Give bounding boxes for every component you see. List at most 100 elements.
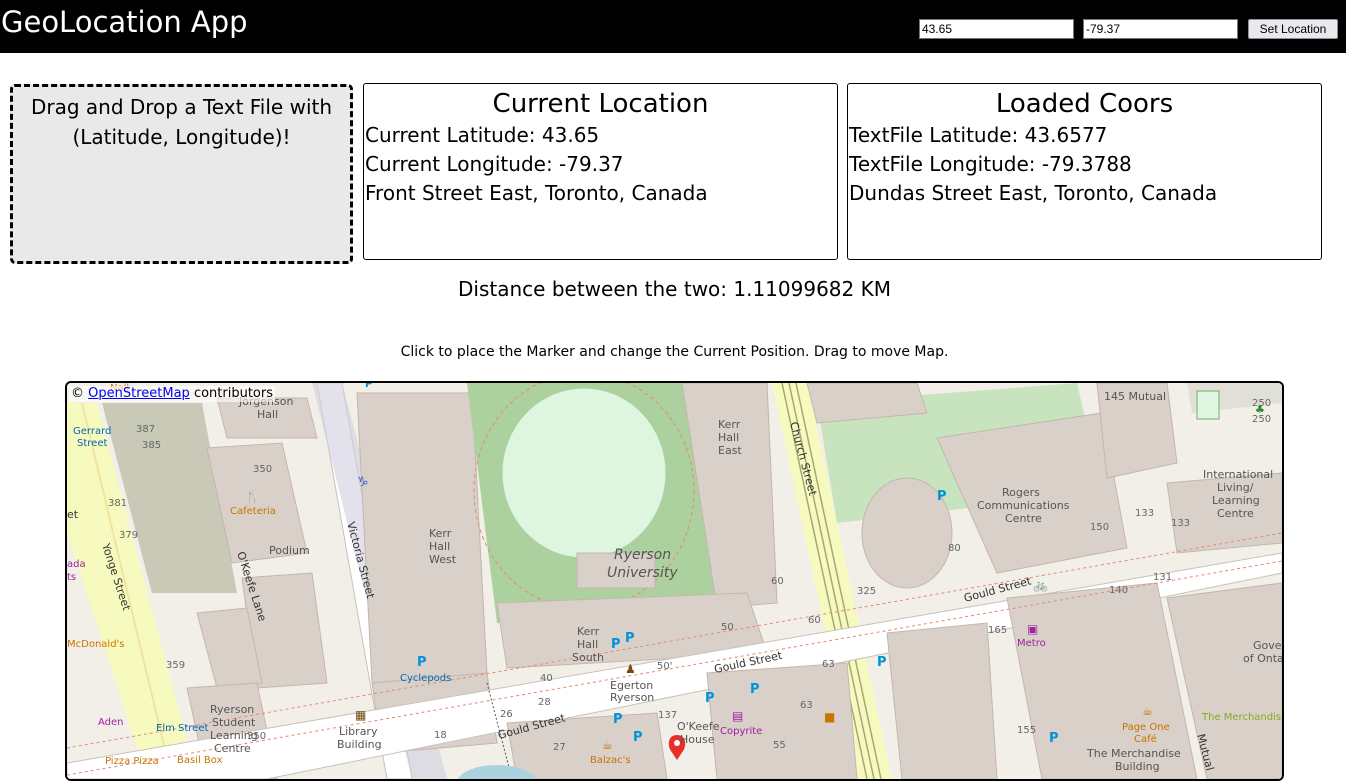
drop-zone-line-2: (Latitude, Longitude)! <box>72 125 291 149</box>
map-label: Hall <box>429 540 450 553</box>
map-label: Ryerson <box>210 703 254 716</box>
house-number: 50 <box>721 622 734 633</box>
bicycle-parking-icon: P <box>937 489 947 504</box>
shop-icon: ▣ <box>1027 622 1038 636</box>
map-label: Cafeteria <box>230 506 276 517</box>
map-label: McDonald's <box>67 639 125 650</box>
map-view[interactable]: Ryerson University Kerr Hall East Kerr H… <box>65 381 1284 781</box>
map-label: Gerrard <box>73 426 111 437</box>
map-label: House <box>680 733 715 746</box>
current-location-panel: Current Location Current Latitude: 43.65… <box>363 83 838 260</box>
map-label: Café <box>1134 733 1157 745</box>
map-label: Basil Box <box>177 755 223 766</box>
bicycle-parking-icon: P <box>877 655 887 670</box>
cafe-icon: ■ <box>824 710 835 724</box>
bicycle-parking-icon: P <box>625 631 635 646</box>
bicycle-parking-icon: P <box>633 730 643 745</box>
playground-icon: ♣ <box>1255 403 1265 416</box>
map-label: ts <box>67 572 76 583</box>
map-label: Student <box>212 716 256 729</box>
house-number: 137 <box>658 710 677 721</box>
map-label: Living/ <box>1217 481 1254 494</box>
loaded-coords-panel: Loaded Coors TextFile Latitude: 43.6577 … <box>847 83 1322 260</box>
house-number: 55 <box>773 740 786 751</box>
house-number: 350 <box>253 464 272 475</box>
current-address: Front Street East, Toronto, Canada <box>365 181 708 205</box>
house-number: 27 <box>553 742 566 753</box>
house-number: 165 <box>988 625 1007 636</box>
map-label: Kerr <box>577 625 600 638</box>
copyright-symbol: © <box>71 386 84 401</box>
loaded-coords-title: Loaded Coors <box>995 89 1174 119</box>
house-number: 379 <box>119 530 138 541</box>
map-tiles[interactable]: Ryerson University Kerr Hall East Kerr H… <box>67 383 1282 779</box>
parking-icon: P <box>365 383 372 390</box>
map-label: Ryerson <box>614 547 671 563</box>
house-number: 63 <box>800 700 813 711</box>
cafe-icon: ☕ <box>1142 704 1153 718</box>
map-attribution: © OpenStreetMap contributors <box>69 386 275 402</box>
map-label: Hall <box>257 408 278 421</box>
openstreetmap-link[interactable]: OpenStreetMap <box>88 386 190 401</box>
map-label: Balzac's <box>590 755 631 766</box>
parking-icon: P <box>611 637 621 652</box>
restaurant-icon: 🍴 <box>245 490 260 504</box>
map-label: Street <box>77 438 107 449</box>
house-number: 40 <box>540 673 553 684</box>
parking-icon: P <box>1049 731 1059 746</box>
latitude-input[interactable] <box>919 19 1074 39</box>
house-number: 325 <box>857 586 876 597</box>
house-number: 385 <box>142 440 161 451</box>
house-number: 26 <box>500 709 513 720</box>
textfile-longitude: TextFile Longitude: -79.3788 <box>849 152 1132 176</box>
bicycle-parking-icon: P <box>417 655 427 670</box>
map-label: 145 Mutual <box>1104 390 1166 403</box>
map-label: Kerr <box>718 418 741 431</box>
map-label: Aden <box>98 717 124 728</box>
set-location-button[interactable]: Set Location <box>1248 19 1338 39</box>
cafe-icon: ☕ <box>602 738 613 752</box>
map-label: Centre <box>1005 512 1042 525</box>
bicycle-icon: 🚲 <box>1033 578 1048 592</box>
house-number: 387 <box>136 424 155 435</box>
house-number: 18 <box>434 730 447 741</box>
map-label: Rogers <box>1002 486 1040 499</box>
house-number: 381 <box>108 498 127 509</box>
map-label: Learning <box>1212 494 1260 507</box>
copyshop-icon: ▤ <box>732 709 743 723</box>
map-label: International <box>1203 468 1273 481</box>
house-number: 80 <box>948 543 961 554</box>
map-label: South <box>572 651 604 664</box>
distance-readout: Distance between the two: 1.11099682 KM <box>458 277 891 301</box>
map-label: Communications <box>977 499 1070 512</box>
file-drop-zone[interactable]: Drag and Drop a Text File with (Latitude… <box>10 84 353 264</box>
house-number: 133 <box>1135 508 1154 519</box>
map-label: The Merchandise <box>1086 747 1181 760</box>
map-label: Page One <box>1122 722 1170 733</box>
attribution-suffix: contributors <box>189 386 273 401</box>
house-number: 350 <box>247 731 266 742</box>
longitude-input[interactable] <box>1083 19 1238 39</box>
fountain-icon: ♑ <box>357 475 369 490</box>
map-label: Hall <box>718 431 739 444</box>
map-label: Building <box>337 738 382 751</box>
map-label: Governm <box>1253 639 1282 652</box>
map-label: O'Keefe <box>677 720 720 733</box>
map-label: West <box>429 553 457 566</box>
textfile-address: Dundas Street East, Toronto, Canada <box>849 181 1218 205</box>
map-label: Podium <box>269 544 310 557</box>
map-label: Elm Street <box>156 723 208 734</box>
map-label: The Merchandise <box>1201 712 1282 723</box>
house-number: 28 <box>538 697 551 708</box>
map-label: ada <box>67 559 86 570</box>
bicycle-parking-icon: P <box>613 712 623 727</box>
map-label: University <box>607 565 678 581</box>
house-number: 60 <box>771 576 784 587</box>
map-label: Hall <box>577 638 598 651</box>
statue-icon: ♟ <box>625 662 636 676</box>
map-label: Building <box>1115 760 1160 773</box>
app-header: GeoLocation App Set Location <box>0 0 1346 53</box>
house-number: 150 <box>1090 522 1109 533</box>
drop-zone-line-1: Drag and Drop a Text File with <box>30 95 333 119</box>
current-location-title: Current Location <box>492 89 709 119</box>
